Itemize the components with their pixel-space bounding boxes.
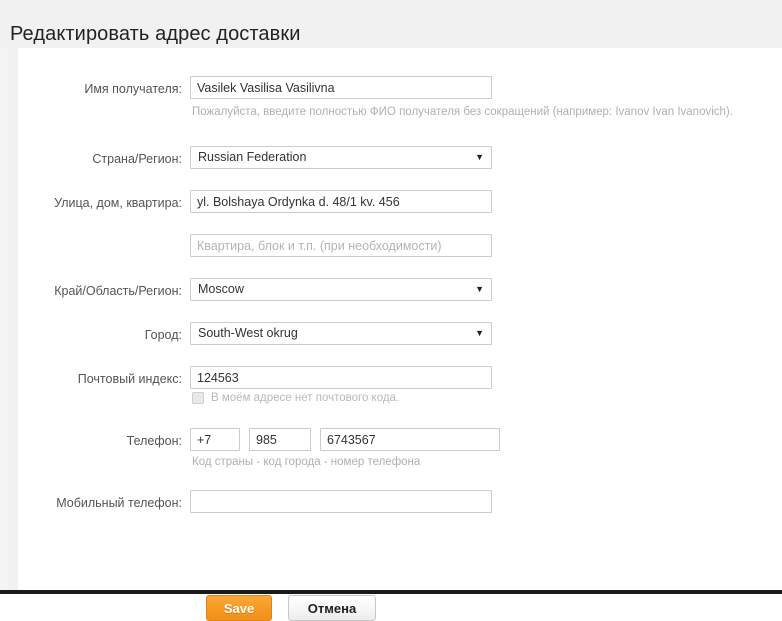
form-row-region: Край/Область/Регион: Moscow ▼: [18, 278, 782, 304]
postal-code-label: Почтовый индекс:: [77, 372, 182, 386]
street-address-input[interactable]: [190, 190, 492, 213]
postal-code-input[interactable]: [190, 366, 492, 389]
recipient-name-field-wrap: [190, 76, 492, 99]
page-root: Редактировать адрес доставки Имя получат…: [0, 0, 782, 621]
postal-field-wrap: [190, 366, 492, 389]
form-row-phone: Телефон:: [18, 428, 782, 454]
phone-label: Телефон:: [126, 434, 182, 448]
street-field-wrap: [190, 190, 492, 213]
city-select-value: South-West okrug: [198, 326, 298, 340]
phone-country-code-input[interactable]: [190, 428, 240, 451]
city-select[interactable]: South-West okrug ▼: [190, 322, 492, 345]
phone-city-code-input[interactable]: [249, 428, 311, 451]
no-postal-code-label: В моём адресе нет почтового кода.: [211, 392, 400, 404]
recipient-name-label: Имя получателя:: [84, 82, 182, 96]
form-row-recipient: Имя получателя:: [18, 76, 782, 102]
form-row-city: Город: South-West okrug ▼: [18, 322, 782, 348]
save-button[interactable]: Save: [206, 595, 272, 621]
form-row-street2: [18, 234, 782, 260]
recipient-name-hint: Пожалуйста, введите полностью ФИО получа…: [192, 106, 733, 118]
street-address-line2-input[interactable]: [190, 234, 492, 257]
region-label: Край/Область/Регион:: [54, 284, 182, 298]
bottom-divider: [0, 590, 782, 594]
country-select[interactable]: Russian Federation ▼: [190, 146, 492, 169]
form-row-postal: Почтовый индекс:: [18, 366, 782, 392]
mobile-field-wrap: [190, 490, 492, 513]
mobile-phone-input[interactable]: [190, 490, 492, 513]
form-row-country: Страна/Регион: Russian Federation ▼: [18, 146, 782, 172]
region-select[interactable]: Moscow ▼: [190, 278, 492, 301]
form-actions: Save Отмена: [206, 595, 376, 621]
region-select-value: Moscow: [198, 282, 244, 296]
form-row-street: Улица, дом, квартира:: [18, 190, 782, 216]
chevron-down-icon: ▼: [475, 152, 484, 162]
country-label: Страна/Регион:: [92, 152, 182, 166]
no-postal-code-checkbox-row[interactable]: В моём адресе нет почтового кода.: [192, 392, 399, 404]
city-label: Город:: [144, 328, 182, 342]
region-field-wrap: Moscow ▼: [190, 278, 492, 301]
city-field-wrap: South-West okrug ▼: [190, 322, 492, 345]
chevron-down-icon: ▼: [475, 328, 484, 338]
phone-number-input[interactable]: [320, 428, 500, 451]
country-field-wrap: Russian Federation ▼: [190, 146, 492, 169]
page-title: Редактировать адрес доставки: [10, 23, 301, 46]
chevron-down-icon: ▼: [475, 284, 484, 294]
page-header: Редактировать адрес доставки: [0, 0, 782, 47]
phone-hint: Код страны - код города - номер телефона: [192, 456, 421, 468]
country-select-value: Russian Federation: [198, 150, 307, 164]
cancel-button[interactable]: Отмена: [288, 595, 376, 621]
panel-left-gutter: [0, 48, 8, 590]
street2-field-wrap: [190, 234, 492, 257]
recipient-name-input[interactable]: [190, 76, 492, 99]
street-label: Улица, дом, квартира:: [54, 196, 182, 210]
no-postal-code-checkbox[interactable]: [192, 392, 204, 404]
form-panel: Имя получателя: Пожалуйста, введите полн…: [18, 48, 782, 621]
mobile-phone-label: Мобильный телефон:: [56, 496, 182, 510]
form-row-mobile: Мобильный телефон:: [18, 490, 782, 516]
phone-field-group: [190, 428, 500, 451]
